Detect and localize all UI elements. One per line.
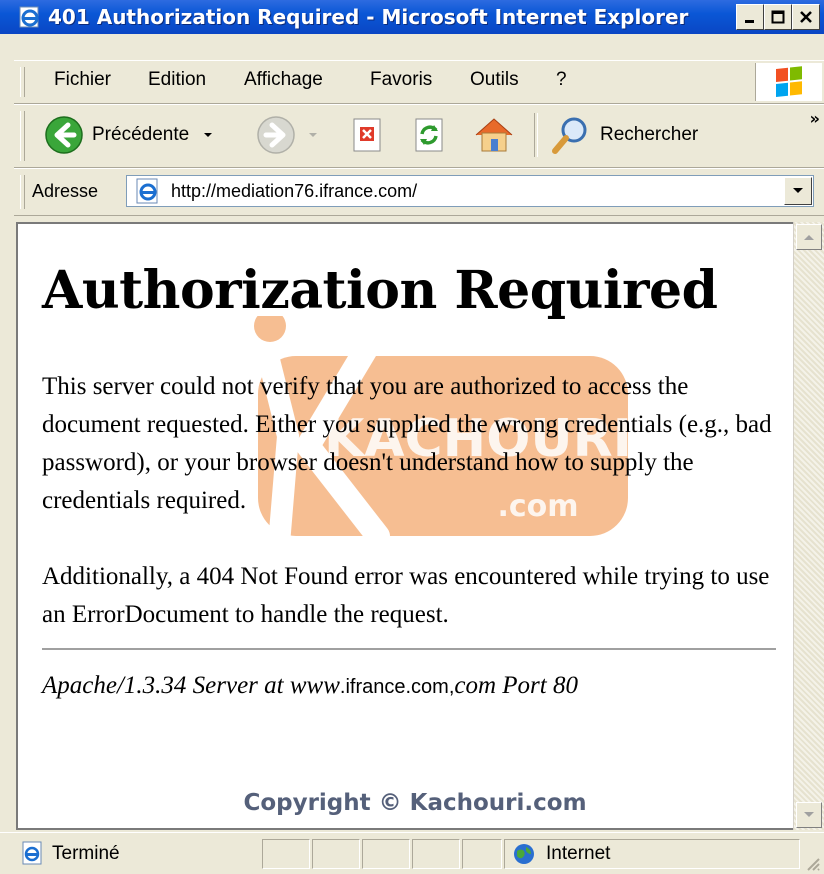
minimize-button[interactable]: [736, 4, 764, 30]
standard-toolbar: Précédente Rechercher »: [14, 104, 824, 168]
forward-dropdown-icon[interactable]: [306, 130, 320, 140]
scroll-down-button[interactable]: [796, 802, 822, 828]
address-label: Adresse: [32, 181, 99, 201]
status-pane: [362, 839, 410, 869]
address-url: http://mediation76.ifrance.com/: [171, 181, 418, 201]
signature-prefix: Apache/1.3.34 Server at www: [42, 672, 340, 699]
windows-flag-icon: [776, 66, 802, 97]
address-bar-grip[interactable]: [20, 175, 25, 209]
page-content[interactable]: KACHOURI .com Authorization Required Thi…: [16, 222, 810, 830]
menu-help[interactable]: ?: [556, 69, 567, 91]
maximize-button[interactable]: [764, 4, 792, 30]
window-controls: [736, 4, 820, 30]
copyright-watermark: Copyright © Kachouri.com: [243, 790, 587, 816]
ie-window: 401 Authorization Required - Microsoft I…: [0, 0, 824, 874]
window-title: 401 Authorization Required - Microsoft I…: [48, 5, 689, 29]
internet-zone-globe-icon: [514, 844, 534, 864]
error-document-message: Additionally, a 404 Not Found error was …: [42, 563, 770, 628]
chevron-down-icon: [793, 188, 803, 193]
signature-suffix: com Port 80: [454, 672, 578, 699]
forward-arrow-icon: [257, 116, 295, 154]
windows-logo: [755, 63, 822, 101]
refresh-button[interactable]: [412, 117, 448, 153]
status-pane: [412, 839, 460, 869]
menu-fichier[interactable]: Fichier: [54, 69, 111, 91]
status-pane: [462, 839, 502, 869]
status-text: Terminé: [52, 843, 120, 864]
signature-host: .ifrance.com,: [339, 676, 455, 698]
vertical-scrollbar[interactable]: [793, 222, 824, 830]
page-done-icon: [22, 841, 42, 865]
page-heading: Authorization Required: [42, 260, 718, 321]
status-pane: [262, 839, 310, 869]
home-icon: [475, 118, 513, 152]
security-zone-label: Internet: [546, 843, 611, 864]
menu-edition[interactable]: Edition: [148, 69, 206, 91]
resize-grip-icon[interactable]: [804, 855, 820, 871]
scroll-down-icon: [804, 812, 814, 817]
status-bar: Terminé Internet: [0, 832, 824, 874]
home-button[interactable]: [472, 113, 516, 157]
back-arrow-icon: [45, 116, 83, 154]
toolbar-grip[interactable]: [20, 111, 25, 161]
scroll-up-button[interactable]: [796, 224, 822, 250]
minimize-icon: [745, 20, 754, 23]
maximize-icon: [771, 10, 785, 24]
server-signature: Apache/1.3.34 Server at www.ifrance.com,…: [42, 672, 578, 700]
stop-icon: [353, 118, 381, 152]
divider: [42, 648, 776, 650]
close-icon: [800, 11, 812, 23]
forward-button[interactable]: [256, 115, 320, 155]
toolbar-separator: [534, 113, 538, 157]
search-icon: [552, 117, 587, 154]
title-bar[interactable]: 401 Authorization Required - Microsoft I…: [0, 0, 824, 34]
page-icon: [136, 178, 158, 204]
close-button[interactable]: [792, 4, 820, 30]
ie-page-icon: [19, 6, 39, 28]
address-input[interactable]: http://mediation76.ifrance.com/: [126, 175, 814, 207]
search-label: Rechercher: [600, 124, 699, 145]
auth-message: This server could not verify that you ar…: [42, 373, 772, 514]
back-dropdown-icon[interactable]: [201, 130, 215, 140]
status-pane: [312, 839, 360, 869]
refresh-icon: [415, 118, 443, 152]
address-dropdown-button[interactable]: [784, 177, 812, 205]
menu-bar-grip[interactable]: [20, 67, 25, 97]
back-button[interactable]: Précédente: [44, 115, 215, 155]
menu-bar: Fichier Edition Affichage Favoris Outils…: [14, 60, 824, 104]
back-label: Précédente: [92, 124, 190, 145]
scroll-up-icon: [804, 235, 814, 240]
stop-button[interactable]: [350, 117, 386, 153]
address-bar: Adresse http://mediation76.ifrance.com/: [14, 168, 824, 216]
menu-outils[interactable]: Outils: [470, 69, 519, 91]
menu-affichage[interactable]: Affichage: [244, 69, 323, 91]
search-button[interactable]: Rechercher: [548, 113, 698, 157]
menu-favoris[interactable]: Favoris: [370, 69, 432, 91]
toolbar-more-chevron[interactable]: »: [810, 109, 820, 128]
